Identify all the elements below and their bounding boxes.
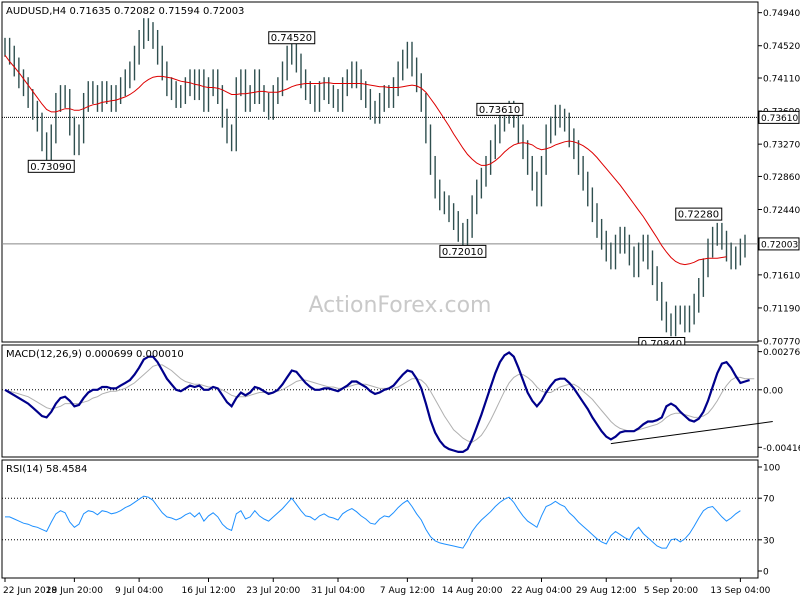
price-level-label: 0.73610 — [476, 102, 524, 116]
rsi-title: RSI(14) 58.4584 — [6, 464, 87, 475]
price-title: AUDUSD,H4 0.71635 0.72082 0.71594 0.7200… — [6, 6, 244, 17]
price-y-tick-label: 0.71610 — [763, 271, 800, 281]
price-y-tick-label: 0.70770 — [763, 338, 800, 348]
price-y-tick-label: 0.71190 — [763, 304, 800, 314]
macd-title: MACD(12,26,9) 0.000699 0.000010 — [6, 349, 184, 360]
x-tick-label: 31 Jul 04:00 — [311, 586, 365, 596]
x-tick-label: 23 Jul 20:00 — [246, 586, 300, 596]
price-level-label: 0.74520 — [268, 31, 316, 45]
price-y-tick-label: 0.72440 — [763, 206, 800, 216]
macd-panel-frame — [1, 344, 759, 458]
rsi-y-tick-label: 70 — [763, 495, 775, 505]
price-y-tick-label: 0.72860 — [763, 173, 800, 183]
macd-panel: 0.002764 0.00 -0.004169 MACD(12,26,9) 0.00… — [1, 344, 800, 458]
x-tick-label: 29 Aug 12:00 — [576, 586, 637, 596]
price-y-tick-label: 0.74110 — [763, 75, 800, 85]
price-panel-frame — [1, 1, 759, 343]
current-price-tag: 0.72003 — [758, 237, 800, 251]
rsi-y-tick-label: 100 — [763, 464, 780, 474]
x-tick-label: 9 Jul 04:00 — [115, 586, 164, 596]
price-level-label: 0.72280 — [675, 207, 723, 221]
price-level-label: 0.72010 — [439, 244, 487, 258]
macd-y-tick-label: -0.004169 — [763, 444, 800, 454]
macd-y-tick-label: 0.002764 — [763, 348, 800, 358]
chart-svg: ActionForex.com 0.73090 0.74520 0.73610 0.7… — [0, 0, 800, 600]
price-y-tick-label: 0.74940 — [763, 9, 800, 19]
x-tick-label: 16 Jul 12:00 — [182, 586, 236, 596]
rsi-y-tick-label: 0 — [763, 568, 769, 578]
chart-container: ActionForex.com 0.73090 0.74520 0.73610 0.7… — [0, 0, 800, 600]
watermark: ActionForex.com — [309, 293, 492, 318]
price-y-tick-label: 0.74520 — [763, 42, 800, 52]
price-level-label-text: 0.72010 — [442, 247, 483, 258]
x-tick-label: 29 Jun 20:00 — [46, 586, 103, 596]
resistance-price-tag-text: 0.73610 — [761, 114, 798, 124]
price-level-label-text: 0.73610 — [479, 105, 520, 116]
price-level-label-text: 0.74520 — [271, 33, 312, 44]
price-level-label-text: 0.73090 — [30, 162, 71, 173]
x-tick-label: 14 Aug 20:00 — [442, 586, 503, 596]
rsi-y-tick-label: 30 — [763, 536, 775, 546]
x-tick-label: 13 Sep 04:00 — [710, 586, 770, 596]
current-price-tag-text: 0.72003 — [761, 240, 798, 250]
x-tick-label: 7 Aug 12:00 — [380, 586, 435, 596]
x-tick-label: 5 Sep 20:00 — [644, 586, 699, 596]
price-level-label-text: 0.72280 — [678, 210, 719, 221]
price-y-tick-label: 0.73270 — [763, 141, 800, 151]
macd-y-tick-label: 0.00 — [763, 386, 783, 396]
x-tick-label: 22 Aug 04:00 — [511, 586, 572, 596]
rsi-panel: 100 70 30 0 RSI(14) 58.4584 — [1, 459, 780, 579]
resistance-price-tag: 0.73610 — [758, 110, 800, 124]
price-level-label: 0.73090 — [27, 159, 75, 173]
price-panel: ActionForex.com 0.73090 0.74520 0.73610 0.7… — [1, 1, 800, 350]
